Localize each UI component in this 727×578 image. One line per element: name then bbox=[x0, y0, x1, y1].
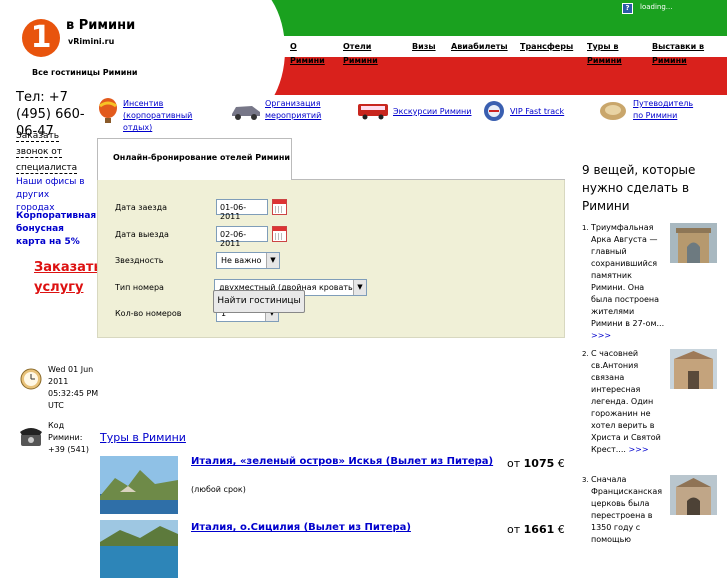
rooms-count-label: Кол-во номеров bbox=[115, 309, 182, 318]
price-currency: € bbox=[557, 457, 565, 470]
checkout-label: Дата выезда bbox=[115, 230, 169, 239]
bus-icon bbox=[358, 104, 388, 120]
nav-about-rimini[interactable]: О Римини bbox=[290, 40, 330, 68]
book-icon bbox=[600, 102, 626, 120]
nav-tours-rimini[interactable]: Туры в Римини bbox=[587, 40, 632, 68]
fact-more-link[interactable]: >>> bbox=[591, 331, 611, 340]
tour-price: от 1661 € bbox=[507, 523, 565, 536]
car-icon bbox=[232, 106, 260, 120]
calendar-icon[interactable] bbox=[272, 226, 287, 242]
service-incentive-link[interactable]: Инсентив (корпоративный отдых) bbox=[123, 98, 223, 134]
all-hotels-link[interactable]: Все гостиницы Римини bbox=[32, 68, 138, 77]
things-to-do-title: 9 вещей, которые нужно сделать в Римини bbox=[582, 163, 696, 213]
price-value: 1661 bbox=[523, 523, 555, 536]
fact-number: 2. bbox=[582, 350, 589, 358]
tour-photo-ischia bbox=[100, 456, 178, 514]
chevron-down-icon: ▼ bbox=[353, 280, 366, 295]
room-type-label: Тип номера bbox=[115, 283, 164, 292]
service-guide-link[interactable]: Путеводитель по Римини bbox=[633, 98, 693, 122]
logo-subtitle: vRimini.ru bbox=[68, 37, 115, 46]
fact-text: С часовней св.Антония связана интересная… bbox=[591, 349, 661, 454]
fact-text: Триумфальная Арка Августа — главный сохр… bbox=[591, 223, 665, 328]
fact-item: 1. Триумфальная Арка Августа — главный с… bbox=[582, 222, 667, 342]
church-photo bbox=[670, 475, 717, 515]
fact-text: Сначала Францисканская церковь была пере… bbox=[591, 475, 663, 544]
fact-number: 3. bbox=[582, 476, 589, 484]
tours-section-title[interactable]: Туры в Римини bbox=[100, 431, 186, 444]
nav-transfers[interactable]: Трансферы bbox=[520, 40, 573, 54]
price-value: 1075 bbox=[523, 457, 555, 470]
nav-visas[interactable]: Визы bbox=[412, 40, 436, 54]
tour-price: от 1075 € bbox=[507, 457, 565, 470]
rimini-phone-code: Код Римини: +39 (541) bbox=[48, 421, 89, 454]
chapel-photo bbox=[670, 349, 717, 389]
service-events-link[interactable]: Организация мероприятий bbox=[265, 98, 335, 122]
loading-icon: ? bbox=[622, 3, 633, 14]
stars-select[interactable]: Не важно ▼ bbox=[216, 252, 280, 269]
hotel-booking-form: Онлайн-бронирование отелей Римини Дата з… bbox=[97, 138, 565, 338]
order-service-link[interactable]: Заказать услугу bbox=[34, 258, 104, 298]
tour-link-ischia[interactable]: Италия, «зеленый остров» Искья (Вылет из… bbox=[191, 456, 493, 467]
nav-flights[interactable]: Авиабилеты bbox=[451, 40, 508, 54]
callback-label[interactable]: Заказать звонок от специалиста bbox=[16, 131, 78, 174]
checkin-label: Дата заезда bbox=[115, 203, 168, 212]
stars-label: Звездность bbox=[115, 256, 164, 265]
fact-more-link[interactable]: >>> bbox=[628, 445, 648, 454]
logo-icon[interactable]: 1 bbox=[22, 19, 60, 57]
service-vip-link[interactable]: VIP Fast track bbox=[510, 106, 564, 118]
checkout-date-input[interactable]: 02-06-2011 bbox=[216, 226, 268, 248]
tour-photo-sicily bbox=[100, 520, 178, 578]
booking-panel: Дата заезда 01-06-2011 Дата выезда 02-06… bbox=[97, 180, 565, 338]
arch-photo bbox=[670, 223, 717, 263]
find-hotels-button[interactable]: Найти гостиницы bbox=[213, 290, 305, 313]
tour-link-sicily[interactable]: Италия, о.Сицилия (Вылет из Питера) bbox=[191, 522, 411, 533]
calendar-icon[interactable] bbox=[272, 199, 287, 215]
loading-text: loading... bbox=[640, 3, 673, 11]
price-prefix: от bbox=[507, 523, 521, 536]
fact-item: 3. Сначала Францисканская церковь была п… bbox=[582, 474, 667, 546]
service-excursions-link[interactable]: Экскурсии Римини bbox=[393, 106, 472, 118]
price-prefix: от bbox=[507, 457, 521, 470]
checkin-date-input[interactable]: 01-06-2011 bbox=[216, 199, 268, 221]
fact-item: 2. С часовней св.Антония связана интерес… bbox=[582, 348, 667, 456]
logo-title[interactable]: в Римини bbox=[66, 18, 135, 33]
balloon-icon bbox=[99, 98, 117, 123]
stars-value: Не важно bbox=[221, 256, 262, 265]
fact-number: 1. bbox=[582, 224, 589, 232]
vip-icon bbox=[484, 101, 504, 121]
nav-hotels-rimini[interactable]: Отели Римини bbox=[343, 40, 388, 68]
clock-icon bbox=[20, 368, 42, 390]
phone-icon bbox=[20, 428, 42, 446]
price-currency: € bbox=[557, 523, 565, 536]
callback-request-link[interactable]: Заказать звонок от специалиста bbox=[16, 128, 92, 176]
tour-note: (любой срок) bbox=[191, 485, 246, 494]
tab-online-booking[interactable]: Онлайн-бронирование отелей Римини bbox=[97, 138, 292, 180]
nav-exhibitions-rimini[interactable]: Выставки в Римини bbox=[652, 40, 712, 68]
chevron-down-icon: ▼ bbox=[266, 253, 279, 268]
current-datetime: Wed 01 Jun 2011 05:32:45 PM UTC bbox=[48, 365, 99, 410]
corporate-card-link[interactable]: Корпоративная бонусная карта на 5% bbox=[16, 210, 96, 249]
